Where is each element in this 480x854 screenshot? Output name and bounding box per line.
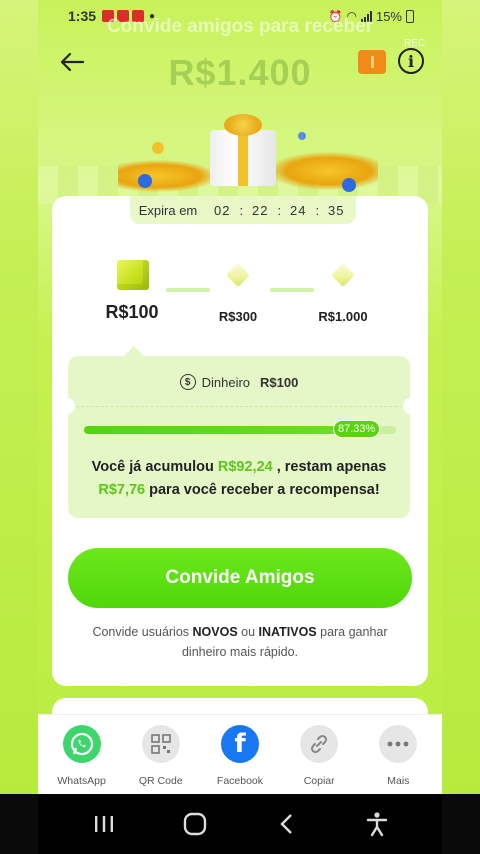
app-screen: 1:35 ● ⏰ ◠ 15% Convide amigos para receb… bbox=[38, 0, 442, 854]
share-label: Copiar bbox=[303, 775, 335, 787]
flower-icon bbox=[152, 142, 164, 154]
progress-message: Você já acumulou R$92,24 , restam apenas… bbox=[78, 456, 400, 502]
header-title: Convide amigos para receber bbox=[106, 16, 374, 37]
timer-separator: : bbox=[315, 202, 320, 218]
gift-ribbon bbox=[238, 130, 248, 186]
share-qr-code[interactable]: QR Code bbox=[130, 723, 192, 794]
milestone-amount: R$1.000 bbox=[318, 309, 368, 324]
accessibility-button[interactable] bbox=[357, 804, 397, 844]
share-facebook[interactable]: f Facebook bbox=[209, 723, 271, 794]
milestone-track: R$100 R$300 R$1.000 bbox=[52, 260, 428, 340]
link-icon bbox=[300, 725, 339, 763]
qr-code-icon bbox=[141, 725, 180, 763]
cash-label: Dinheiro bbox=[201, 374, 251, 390]
cash-reward-line: $ Dinheiro R$100 bbox=[68, 374, 410, 390]
share-label: QR Code bbox=[138, 775, 183, 787]
reward-box-icon bbox=[223, 262, 253, 295]
whatsapp-icon bbox=[62, 725, 101, 763]
milestone-amount: R$100 bbox=[105, 302, 159, 322]
more-icon bbox=[379, 725, 418, 763]
facebook-icon: f bbox=[220, 725, 259, 763]
countdown-timer: Expira em 02 : 22 : 24 : 35 bbox=[130, 196, 356, 224]
back-button[interactable] bbox=[56, 46, 88, 78]
message-text: , restam apenas bbox=[272, 459, 387, 475]
remaining-amount: R$7,76 bbox=[98, 482, 146, 498]
invite-hint: Convide usuários NOVOS ou INATIVOS para … bbox=[72, 622, 408, 662]
timer-minutes: 22 bbox=[252, 202, 269, 218]
reward-card: Expira em 02 : 22 : 24 : 35 R$100 R$300 … bbox=[52, 196, 428, 686]
message-text: Você já acumulou bbox=[91, 459, 218, 475]
share-more[interactable]: Mais bbox=[367, 723, 429, 794]
recents-icon bbox=[94, 816, 113, 832]
chevron-left-icon bbox=[279, 814, 292, 834]
gift-bow bbox=[224, 114, 262, 136]
progress-percent: 87.33% bbox=[332, 420, 381, 438]
coins-image bbox=[118, 160, 218, 192]
timer-separator: : bbox=[239, 202, 244, 218]
nav-strip-left bbox=[0, 794, 38, 854]
hint-text: Convide usuários bbox=[92, 625, 193, 639]
arrow-left-icon bbox=[60, 52, 85, 72]
info-button[interactable]: i bbox=[398, 48, 424, 74]
reward-box-icon bbox=[328, 262, 358, 295]
flower-icon bbox=[298, 132, 306, 140]
accumulated-amount: R$92,24 bbox=[217, 459, 273, 475]
timer-separator: : bbox=[277, 202, 282, 218]
progress-fill bbox=[84, 426, 357, 434]
back-nav-button[interactable] bbox=[266, 804, 306, 844]
dollar-icon: $ bbox=[179, 374, 196, 390]
timer-centis: 35 bbox=[328, 202, 345, 218]
share-label: WhatsApp bbox=[57, 775, 106, 787]
ticket-notch bbox=[403, 398, 417, 414]
share-label: Mais bbox=[387, 775, 410, 787]
share-label: Facebook bbox=[216, 775, 264, 787]
milestone-amount: R$300 bbox=[218, 309, 258, 324]
flower-icon bbox=[138, 174, 152, 188]
ticket-notch bbox=[61, 398, 75, 414]
accessibility-icon bbox=[366, 812, 387, 837]
hint-text: ou bbox=[237, 625, 259, 639]
milestone-item[interactable]: R$300 bbox=[188, 260, 288, 324]
share-copy-link[interactable]: Copiar bbox=[288, 723, 350, 794]
recents-button[interactable] bbox=[84, 804, 124, 844]
hint-bold: INATIVOS bbox=[258, 625, 317, 639]
dashed-divider bbox=[76, 406, 402, 407]
android-navigation-bar bbox=[38, 794, 442, 854]
invite-friends-button[interactable]: Convide Amigos bbox=[68, 548, 412, 608]
home-button[interactable] bbox=[175, 804, 215, 844]
timer-seconds: 24 bbox=[290, 202, 307, 218]
share-sheet: WhatsApp QR Code f Facebook Copiar Mais bbox=[38, 714, 442, 794]
coins-image bbox=[268, 152, 378, 190]
reward-box-icon bbox=[117, 260, 149, 290]
nav-strip-right bbox=[442, 794, 480, 854]
reward-panel: $ Dinheiro R$100 87.33% Você já acumulou… bbox=[61, 346, 417, 518]
coupon-icon[interactable] bbox=[358, 50, 386, 74]
milestone-item[interactable]: R$1.000 bbox=[293, 260, 393, 324]
share-whatsapp[interactable]: WhatsApp bbox=[51, 723, 113, 794]
hint-bold: NOVOS bbox=[192, 625, 238, 639]
message-text: para você receber a recompensa! bbox=[145, 482, 380, 498]
gift-illustration bbox=[98, 108, 388, 202]
home-icon bbox=[183, 812, 206, 836]
flower-icon bbox=[342, 178, 356, 192]
timer-hours: 02 bbox=[214, 202, 231, 218]
timer-label: Expira em bbox=[138, 202, 198, 218]
cash-amount: R$100 bbox=[260, 374, 299, 390]
